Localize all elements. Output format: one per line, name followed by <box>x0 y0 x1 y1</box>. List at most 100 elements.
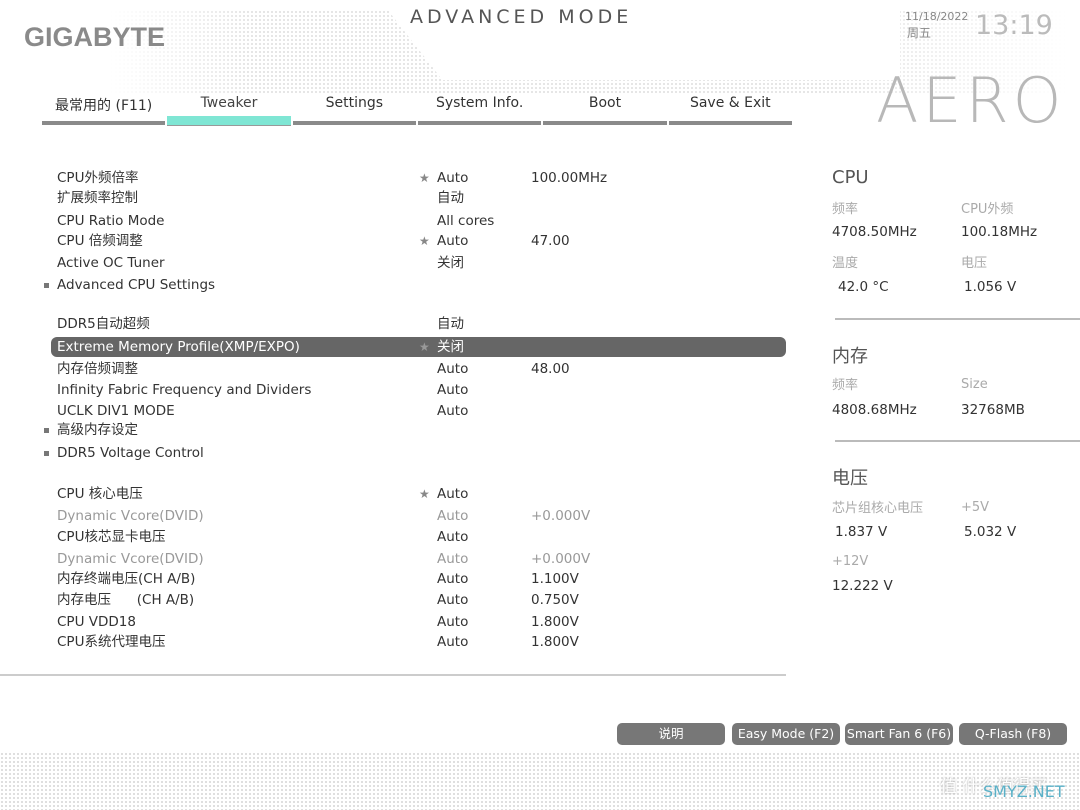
footer-pattern <box>0 752 1080 810</box>
tab-3[interactable]: System Info. <box>417 95 542 125</box>
setting-row[interactable]: UCLK DIV1 MODE Auto <box>0 401 800 421</box>
setting-row[interactable]: 内存电压 (CH A/B) Auto 0.750V <box>0 590 800 610</box>
cpu-freq-label: 频率 <box>832 202 859 217</box>
mode-title: ADVANCED MODE <box>410 6 633 28</box>
setting-value[interactable]: 关闭 <box>437 337 464 357</box>
setting-label: Active OC Tuner <box>57 255 165 271</box>
chipset-volt: 1.837 V <box>835 524 888 540</box>
setting-current: 1.800V <box>531 634 579 650</box>
help-button[interactable]: 说明 <box>617 723 725 745</box>
setting-value[interactable]: 关闭 <box>437 253 464 273</box>
setting-label: UCLK DIV1 MODE <box>57 403 175 419</box>
v12-value: 12.222 V <box>832 578 893 594</box>
weekday: 周五 <box>907 26 932 40</box>
divider <box>835 318 1080 320</box>
setting-label: CPU核芯显卡电压 <box>57 529 166 545</box>
setting-current: 48.00 <box>531 361 570 377</box>
setting-current: 1.800V <box>531 614 579 630</box>
tab-5[interactable]: Save & Exit <box>668 95 792 125</box>
setting-value[interactable]: Auto <box>437 527 468 547</box>
easy-mode-button[interactable]: Easy Mode (F2) <box>732 723 840 745</box>
setting-current: +0.000V <box>531 551 591 567</box>
tab-0[interactable]: 最常用的 (F11) <box>42 95 166 125</box>
setting-row[interactable]: Extreme Memory Profile(XMP/EXPO) ★ 关闭 <box>51 337 786 357</box>
setting-value[interactable]: Auto <box>437 590 468 610</box>
setting-label: Advanced CPU Settings <box>57 277 216 293</box>
cpu-volt-label: 电压 <box>961 256 988 271</box>
gigabyte-logo: GIGABYTE <box>24 22 166 52</box>
setting-row[interactable]: Dynamic Vcore(DVID) Auto +0.000V <box>0 549 800 569</box>
setting-row[interactable]: Infinity Fabric Frequency and Dividers Au… <box>0 380 800 400</box>
setting-value[interactable]: Auto <box>437 380 468 400</box>
setting-value[interactable]: Auto <box>437 632 468 652</box>
setting-row[interactable]: 内存倍频调整 Auto 48.00 <box>0 359 800 379</box>
cpu-bclk-label: CPU外频 <box>961 202 1014 217</box>
submenu-bullet-icon <box>44 451 49 456</box>
mem-freq: 4808.68MHz <box>832 402 917 418</box>
setting-label: 内存电压 (CH A/B) <box>57 592 195 608</box>
setting-value[interactable]: Auto <box>437 506 468 526</box>
setting-current: 100.00MHz <box>531 170 608 186</box>
setting-label: 内存终端电压(CH A/B) <box>57 571 196 587</box>
date: 11/18/2022 <box>905 10 969 23</box>
setting-value[interactable]: Auto <box>437 231 468 251</box>
cpu-freq: 4708.50MHz <box>832 224 917 240</box>
star-icon: ★ <box>419 171 430 185</box>
setting-row[interactable]: 扩展频率控制 自动 <box>0 188 800 208</box>
setting-label: Dynamic Vcore(DVID) <box>57 508 204 524</box>
setting-value[interactable]: Auto <box>437 569 468 589</box>
setting-row[interactable]: 内存终端电压(CH A/B) Auto 1.100V <box>0 569 800 589</box>
setting-row[interactable]: CPU VDD18 Auto 1.800V <box>0 612 800 632</box>
submenu-item[interactable]: Advanced CPU Settings <box>0 275 800 295</box>
setting-row[interactable]: Dynamic Vcore(DVID) Auto +0.000V <box>0 506 800 526</box>
setting-label: 扩展频率控制 <box>57 190 138 206</box>
setting-label: 内存倍频调整 <box>57 361 138 377</box>
setting-row[interactable]: CPU 核心电压 ★ Auto <box>0 484 800 504</box>
setting-row[interactable]: CPU核芯显卡电压 Auto <box>0 527 800 547</box>
star-icon: ★ <box>419 487 430 501</box>
setting-label: Infinity Fabric Frequency and Dividers <box>57 382 312 398</box>
setting-value[interactable]: Auto <box>437 612 468 632</box>
setting-label: 高级内存设定 <box>57 422 138 438</box>
setting-current: 0.750V <box>531 592 579 608</box>
setting-label: Extreme Memory Profile(XMP/EXPO) <box>57 339 300 355</box>
setting-row[interactable]: DDR5自动超频 自动 <box>0 314 800 334</box>
setting-value[interactable]: Auto <box>437 359 468 379</box>
tab-2[interactable]: Settings <box>292 95 416 125</box>
v5-label: +5V <box>961 500 990 515</box>
watermark-site: SMYZ.NET <box>983 782 1065 801</box>
setting-label: CPU 倍频调整 <box>57 233 143 249</box>
submenu-item[interactable]: DDR5 Voltage Control <box>0 443 800 463</box>
smart-fan-button[interactable]: Smart Fan 6 (F6) <box>845 723 953 745</box>
setting-value[interactable]: Auto <box>437 401 468 421</box>
tab-1[interactable]: Tweaker <box>167 95 291 125</box>
clock: 13:19 <box>975 10 1053 41</box>
setting-value[interactable]: 自动 <box>437 314 464 334</box>
setting-row[interactable]: CPU Ratio Mode All cores <box>0 211 800 231</box>
cpu-volt: 1.056 V <box>964 279 1017 295</box>
setting-value[interactable]: 自动 <box>437 188 464 208</box>
aero-logo: AERO <box>876 64 1066 137</box>
divider <box>0 674 786 676</box>
cpu-bclk: 100.18MHz <box>961 224 1038 240</box>
qflash-button[interactable]: Q-Flash (F8) <box>959 723 1067 745</box>
cpu-temp: 42.0 °C <box>838 279 889 295</box>
cpu-title: CPU <box>832 167 869 188</box>
setting-value[interactable]: Auto <box>437 484 468 504</box>
setting-row[interactable]: CPU系统代理电压 Auto 1.800V <box>0 632 800 652</box>
setting-value[interactable]: Auto <box>437 549 468 569</box>
setting-row[interactable]: CPU 倍频调整 ★ Auto 47.00 <box>0 231 800 251</box>
setting-value[interactable]: Auto <box>437 168 468 188</box>
setting-label: CPU Ratio Mode <box>57 213 165 229</box>
setting-row[interactable]: Active OC Tuner 关闭 <box>0 253 800 273</box>
submenu-item[interactable]: 高级内存设定 <box>0 420 800 440</box>
submenu-bullet-icon <box>44 428 49 433</box>
v5-value: 5.032 V <box>964 524 1017 540</box>
tab-4[interactable]: Boot <box>543 95 667 125</box>
setting-row[interactable]: CPU外频倍率 ★ Auto 100.00MHz <box>0 168 800 188</box>
mem-title: 内存 <box>832 346 868 367</box>
v12-label: +12V <box>832 554 869 569</box>
setting-value[interactable]: All cores <box>437 211 494 231</box>
setting-label: CPU VDD18 <box>57 614 136 630</box>
setting-label: CPU 核心电压 <box>57 486 143 502</box>
